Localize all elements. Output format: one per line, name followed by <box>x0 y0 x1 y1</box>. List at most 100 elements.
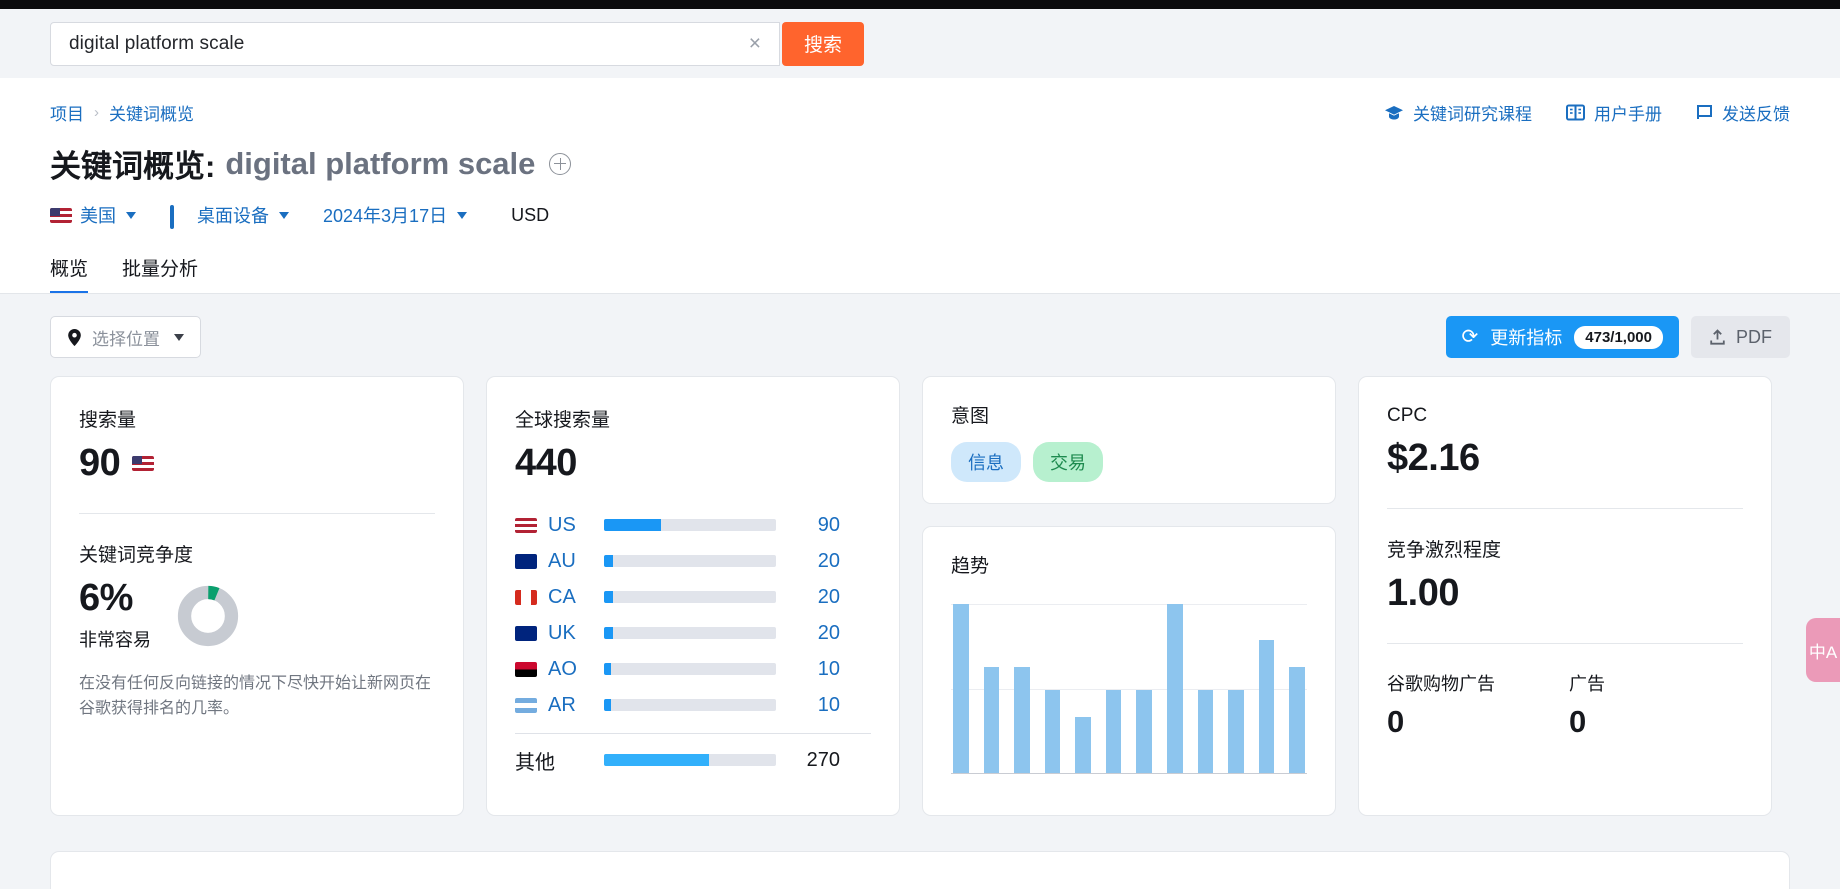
search-input[interactable]: digital platform scale × <box>50 21 780 66</box>
us-flag-icon <box>132 456 155 471</box>
search-volume-label: 搜索量 <box>79 410 137 431</box>
page-body: 项目 › 关键词概览 关键词概览: digital platform scale… <box>0 78 1840 889</box>
ads-metrics: 谷歌购物广告 0 广告 0 <box>1387 670 1743 740</box>
page-header: 项目 › 关键词概览 关键词概览: digital platform scale… <box>0 78 1840 229</box>
country-value: 20 <box>817 585 840 608</box>
country-list: US 90 AU 20 CA 20 UK 20 AO 10 AR 10 其他 270 <box>515 507 871 778</box>
country-code: UK <box>548 621 576 644</box>
country-row[interactable]: AR 10 <box>515 687 871 723</box>
country-value: 90 <box>817 513 840 536</box>
content-area: 选择位置 ⟳ 更新指标 473/1,000 PDF 搜索量 90 关键词竞争度 … <box>0 294 1840 889</box>
country-row[interactable]: UK 20 <box>515 615 871 651</box>
us-flag-icon <box>515 517 537 533</box>
search-wrapper: digital platform scale × 搜索 <box>50 21 865 66</box>
user-manual-label: 用户手册 <box>1594 105 1662 124</box>
page-title-prefix: 关键词概览: <box>50 149 216 184</box>
page-title-keyword: digital platform scale <box>225 145 536 181</box>
location-select[interactable]: 选择位置 <box>50 316 201 358</box>
country-code: AU <box>548 549 576 572</box>
keyword-difficulty-row: 6% 非常容易 <box>79 577 435 652</box>
send-feedback-label: 发送反馈 <box>1722 105 1790 124</box>
search-volume-value-row: 90 <box>79 442 435 485</box>
translate-widget[interactable]: 中A <box>1806 618 1840 682</box>
country-code: CA <box>548 585 576 608</box>
intent-trend-column: 意图 信息 交易 趋势 <box>922 376 1336 816</box>
search-volume-card: 搜索量 90 关键词竞争度 6% 非常容易 在没有任何反向链接的情况下尽快开始让… <box>50 376 464 816</box>
trend-bar <box>1044 690 1061 773</box>
country-row[interactable]: CA 20 <box>515 579 871 615</box>
filter-row: 美国 桌面设备 2024年3月17日 USD <box>50 202 1790 229</box>
shopping-ads-metric: 谷歌购物广告 0 <box>1387 670 1495 740</box>
window-top-strip <box>0 0 1840 9</box>
trend-bar <box>1075 717 1091 773</box>
device-selector-label: 桌面设备 <box>197 206 269 226</box>
pdf-export-label: PDF <box>1736 326 1772 347</box>
intent-tag-transactional[interactable]: 交易 <box>1033 442 1103 482</box>
country-selector[interactable]: 美国 <box>50 202 136 228</box>
shopping-ads-value: 0 <box>1387 704 1405 739</box>
trend-bar <box>1197 690 1214 773</box>
uk-flag-icon <box>515 625 537 641</box>
send-feedback-link[interactable]: 发送反馈 <box>1696 100 1790 125</box>
trend-bar <box>953 604 969 773</box>
plus-circle-icon[interactable] <box>549 152 572 175</box>
trend-chart <box>951 604 1307 774</box>
device-selector[interactable]: 桌面设备 <box>170 202 289 229</box>
country-code: 其他 <box>515 751 555 774</box>
location-select-label: 选择位置 <box>92 329 160 349</box>
country-row[interactable]: US 90 <box>515 507 871 543</box>
country-list-divider <box>515 733 871 734</box>
competition-value: 1.00 <box>1387 572 1459 614</box>
country-bar <box>604 627 776 639</box>
country-row[interactable]: AO 10 <box>515 651 871 687</box>
competition-label: 竞争激烈程度 <box>1387 540 1502 561</box>
cpc-card: CPC $2.16 竞争激烈程度 1.00 谷歌购物广告 0 广告 0 <box>1358 376 1772 816</box>
date-selector[interactable]: 2024年3月17日 <box>323 202 468 228</box>
update-metrics-label: 更新指标 <box>1490 328 1563 348</box>
keyword-course-link[interactable]: 关键词研究课程 <box>1384 100 1532 125</box>
search-volume-value: 90 <box>79 442 121 484</box>
search-button[interactable]: 搜索 <box>782 21 865 66</box>
breadcrumb-separator-icon: › <box>94 104 99 121</box>
breadcrumb-current[interactable]: 关键词概览 <box>109 100 194 125</box>
global-volume-value: 440 <box>515 442 577 484</box>
ao-flag-icon <box>515 661 537 677</box>
tab-bulk-analysis[interactable]: 批量分析 <box>122 254 198 294</box>
country-value: 270 <box>806 748 840 771</box>
user-manual-link[interactable]: 用户手册 <box>1566 100 1662 125</box>
date-selector-label: 2024年3月17日 <box>323 206 448 226</box>
breadcrumb-project[interactable]: 项目 <box>50 100 84 125</box>
trend-bars <box>951 604 1307 773</box>
chevron-down-icon <box>174 333 184 341</box>
trend-bar <box>1105 690 1122 773</box>
country-value: 20 <box>817 549 840 572</box>
country-value: 20 <box>817 621 840 644</box>
cpc-label: CPC <box>1387 405 1428 426</box>
au-flag-icon <box>515 553 537 569</box>
country-bar <box>604 555 776 567</box>
global-volume-label: 全球搜索量 <box>515 410 611 431</box>
trend-bar <box>1167 604 1183 773</box>
pdf-export-button[interactable]: PDF <box>1691 316 1790 358</box>
country-code: AR <box>548 693 576 716</box>
trend-bar <box>983 666 1000 773</box>
shopping-ads-label: 谷歌购物广告 <box>1387 674 1495 694</box>
quota-badge: 473/1,000 <box>1574 325 1663 349</box>
clear-icon[interactable]: × <box>745 33 765 54</box>
ads-value: 0 <box>1569 704 1587 739</box>
tab-overview[interactable]: 概览 <box>50 254 89 294</box>
intent-tags: 信息 交易 <box>951 442 1307 482</box>
card-divider <box>79 513 435 514</box>
tab-bar-rule <box>0 293 1840 294</box>
ca-flag-icon <box>515 589 537 605</box>
country-bar <box>604 591 776 603</box>
country-code: AO <box>548 657 577 680</box>
update-metrics-button[interactable]: ⟳ 更新指标 473/1,000 <box>1445 316 1679 358</box>
chevron-down-icon <box>457 211 468 219</box>
country-row[interactable]: AU 20 <box>515 543 871 579</box>
content-toolbar: 选择位置 ⟳ 更新指标 473/1,000 PDF <box>50 316 1790 358</box>
country-selector-label: 美国 <box>80 206 116 226</box>
intent-tag-informational[interactable]: 信息 <box>951 442 1021 482</box>
trend-bar <box>1228 690 1244 773</box>
trend-bar <box>1014 666 1030 773</box>
